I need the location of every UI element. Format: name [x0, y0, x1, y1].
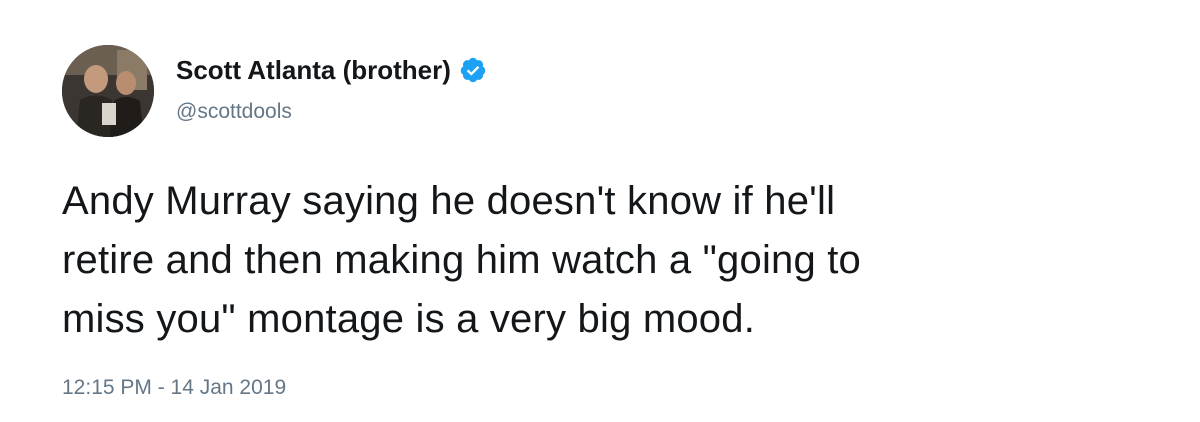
author-handle[interactable]: @scottdools — [176, 98, 292, 126]
author-display-name[interactable]: Scott Atlanta (brother) — [176, 52, 451, 88]
tweet-card: Scott Atlanta (brother) @scottdools Andy… — [0, 0, 1200, 422]
tweet-body: Andy Murray saying he doesn't know if he… — [62, 172, 1182, 349]
tweet-text-line: retire and then making him watch a "goin… — [62, 238, 861, 282]
tweet-text-line: Andy Murray saying he doesn't know if he… — [62, 179, 836, 223]
tweet-text-line: miss you" montage is a very big mood. — [62, 297, 756, 341]
author-name-row: Scott Atlanta (brother) — [176, 52, 487, 88]
profile-photo-icon — [62, 45, 154, 137]
avatar[interactable] — [62, 45, 154, 137]
verified-badge-icon — [459, 56, 487, 84]
tweet-timestamp[interactable]: 12:15 PM - 14 Jan 2019 — [62, 374, 286, 402]
